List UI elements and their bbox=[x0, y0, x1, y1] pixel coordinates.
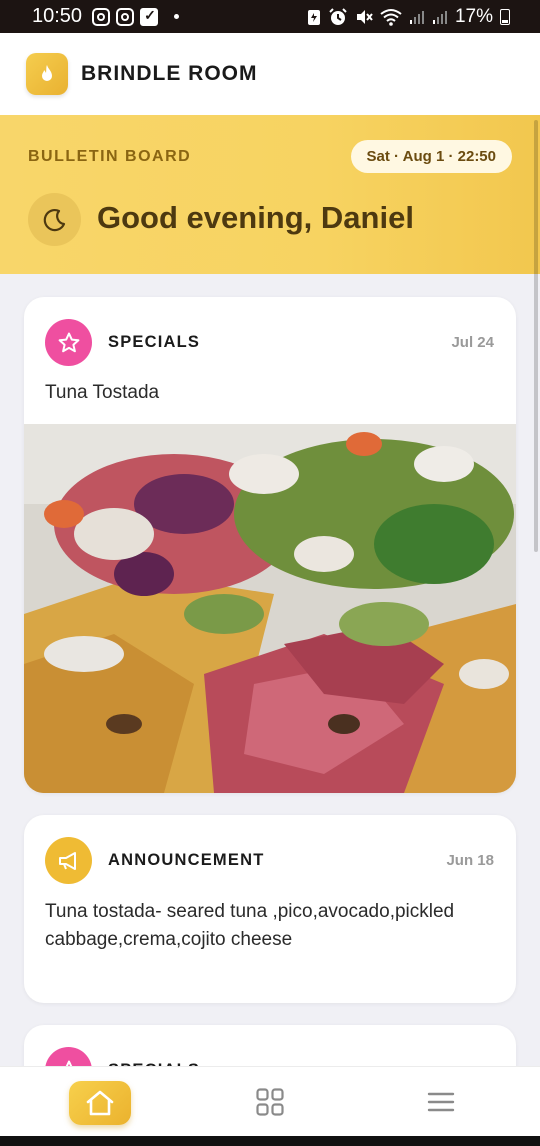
mute-icon bbox=[356, 9, 373, 24]
signal-icon bbox=[409, 10, 424, 24]
post-text: Tuna tostada- seared tuna ,pico,avocado,… bbox=[45, 901, 455, 950]
post-header: ANNOUNCEMENT Jun 18 bbox=[24, 815, 516, 905]
star-icon bbox=[58, 332, 79, 352]
post-category: SPECIALS bbox=[108, 333, 201, 351]
screen: 10:50 17% BRINDLE ROOM BULLETIN BOARD Sa… bbox=[0, 0, 540, 1146]
post-header: SPECIALS Jul 24 bbox=[24, 297, 516, 387]
app-header: BRINDLE ROOM bbox=[0, 33, 540, 115]
banner-label: BULLETIN BOARD bbox=[28, 148, 192, 165]
scrollbar[interactable] bbox=[534, 120, 538, 552]
instagram-icon bbox=[116, 7, 135, 26]
wifi-icon bbox=[380, 8, 402, 26]
megaphone-icon bbox=[58, 851, 76, 870]
flame-icon bbox=[42, 65, 52, 81]
battery-icon bbox=[500, 8, 510, 25]
post-date: Jul 24 bbox=[451, 334, 494, 351]
alarm-icon bbox=[329, 7, 347, 25]
bulletin-banner: BULLETIN BOARD Sat · Aug 1 · 22:50 Good … bbox=[0, 115, 540, 274]
instagram-icon bbox=[92, 7, 111, 26]
status-system-icons: 17% bbox=[307, 6, 510, 28]
app-title: BRINDLE ROOM bbox=[81, 62, 258, 85]
grid-icon[interactable] bbox=[256, 1088, 284, 1116]
check-icon bbox=[140, 7, 159, 26]
nav-home-button[interactable] bbox=[69, 1081, 131, 1125]
status-time: 10:50 bbox=[32, 5, 83, 27]
app-logo[interactable] bbox=[26, 53, 68, 95]
home-icon bbox=[86, 1090, 114, 1116]
post-category: ANNOUNCEMENT bbox=[108, 851, 265, 869]
signal-icon bbox=[432, 10, 447, 24]
bottom-nav bbox=[0, 1066, 540, 1136]
moon-icon-circle bbox=[28, 193, 81, 246]
date-pill: Sat · Aug 1 · 22:50 bbox=[350, 140, 512, 173]
post-card[interactable]: SPECIALS Jul 24 Tuna Tostada bbox=[24, 297, 516, 793]
battery-percent: 17% bbox=[454, 5, 493, 27]
system-gesture-bar bbox=[0, 1136, 540, 1146]
post-image[interactable] bbox=[24, 424, 516, 793]
greeting: Good evening, Daniel bbox=[97, 200, 414, 235]
post-card[interactable]: ANNOUNCEMENT Jun 18 Tuna tostada- seared… bbox=[24, 815, 516, 1003]
status-notification-icons bbox=[92, 7, 180, 26]
post-date: Jun 18 bbox=[446, 852, 494, 869]
battery-saver-icon bbox=[307, 9, 320, 25]
menu-icon[interactable] bbox=[427, 1092, 455, 1112]
category-badge bbox=[45, 319, 92, 366]
category-badge bbox=[45, 837, 92, 884]
status-bar: 10:50 17% bbox=[0, 0, 540, 33]
post-text: Tuna Tostada bbox=[45, 382, 160, 403]
notification-dot-icon bbox=[174, 14, 180, 19]
moon-icon bbox=[43, 208, 65, 231]
